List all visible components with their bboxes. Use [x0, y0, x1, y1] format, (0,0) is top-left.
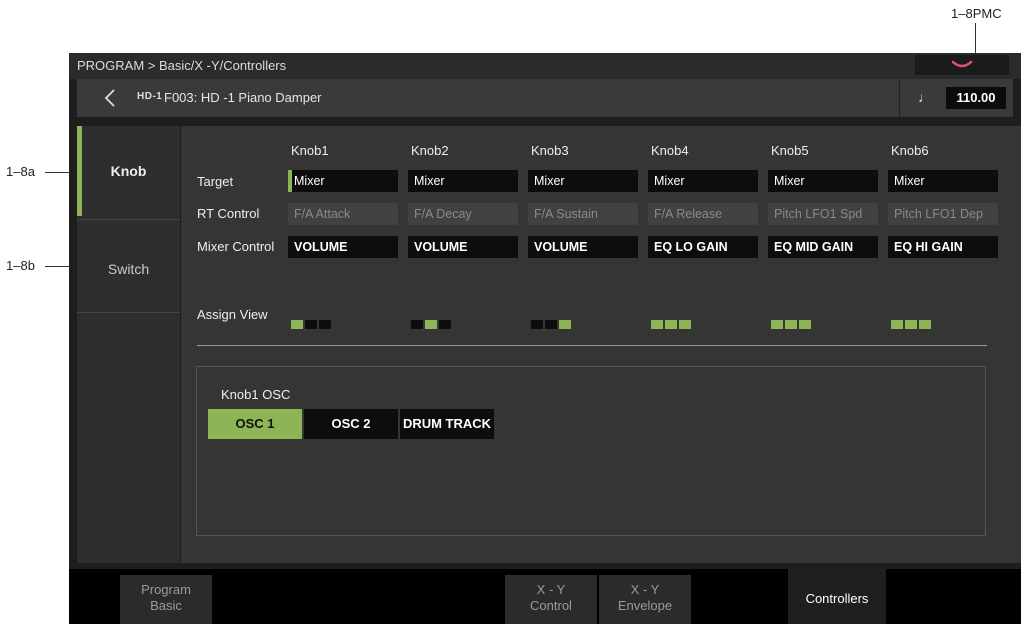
assign-square	[305, 320, 317, 329]
knob1-header: Knob1	[291, 143, 329, 158]
knob2-target-field[interactable]: Mixer	[408, 170, 518, 192]
osc1-button[interactable]: OSC 1	[208, 409, 302, 439]
tab-label-line1: Program	[141, 582, 191, 597]
knob5-mixer-control-field[interactable]: EQ MID GAIN	[768, 236, 878, 258]
knob3-rt-control-field: F/A Sustain	[528, 203, 638, 225]
knob1-mixer-control-field[interactable]: VOLUME	[288, 236, 398, 258]
tab-label-line2: Control	[530, 598, 572, 613]
knob2-header: Knob2	[411, 143, 449, 158]
tempo-field[interactable]: 110.00	[946, 87, 1006, 109]
assign-square	[545, 320, 557, 329]
back-button[interactable]	[101, 87, 121, 109]
program-screen: PROGRAM > Basic/X -Y/Controllers HD-1 F0…	[69, 53, 1021, 624]
assign-view-label: Assign View	[197, 307, 268, 322]
knob2-mixer-control-field[interactable]: VOLUME	[408, 236, 518, 258]
breadcrumb: PROGRAM > Basic/X -Y/Controllers	[77, 58, 287, 73]
side-tab-switch[interactable]: Switch	[77, 225, 180, 313]
knob1-rt-control-field: F/A Attack	[288, 203, 398, 225]
assign-square	[665, 320, 677, 329]
assign-square	[319, 320, 331, 329]
tab-label-line1: X - Y	[536, 582, 566, 597]
knob-osc-panel: Knob1 OSC OSC 1 OSC 2 DRUM TRACK	[196, 366, 986, 536]
knob4-header: Knob4	[651, 143, 689, 158]
tab-label-line2: Envelope	[617, 598, 673, 613]
knob5-target-field[interactable]: Mixer	[768, 170, 878, 192]
cursor-indicator	[288, 170, 292, 192]
tab-xy-envelope[interactable]: X - Y Envelope	[599, 575, 691, 624]
callout-1-8b: 1–8b	[6, 258, 35, 273]
tab-label-line2: Basic	[150, 598, 182, 613]
knob3-target-field[interactable]: Mixer	[528, 170, 638, 192]
assign-square	[425, 320, 437, 329]
section-divider	[197, 345, 987, 346]
page-menu-button[interactable]	[915, 55, 1009, 75]
knob5-rt-control-field: Pitch LFO1 Spd	[768, 203, 878, 225]
knob3-header: Knob3	[531, 143, 569, 158]
side-tab-label: Switch	[107, 261, 150, 277]
assign-square	[679, 320, 691, 329]
assign-square	[531, 320, 543, 329]
assign-square	[891, 320, 903, 329]
divider	[77, 312, 180, 313]
knob6-header: Knob6	[891, 143, 929, 158]
osc2-button[interactable]: OSC 2	[304, 409, 398, 439]
drum-track-button[interactable]: DRUM TRACK	[400, 409, 494, 439]
selected-indicator	[77, 126, 82, 216]
target-label: Target	[197, 174, 234, 189]
assign-square	[651, 320, 663, 329]
side-tab-label: Knob	[110, 163, 147, 179]
tempo-section: ♩ 110.00	[899, 79, 1014, 117]
knob1-target-field[interactable]: Mixer	[288, 170, 398, 192]
knob4-rt-control-field: F/A Release	[648, 203, 758, 225]
knob4-mixer-control-field[interactable]: EQ LO GAIN	[648, 236, 758, 258]
tab-program-basic[interactable]: Program Basic	[120, 575, 212, 624]
knob6-target-field[interactable]: Mixer	[888, 170, 998, 192]
knob3-mixer-control-field[interactable]: VOLUME	[528, 236, 638, 258]
assign-square	[559, 320, 571, 329]
callout-1-8pmc: 1–8PMC	[951, 6, 1002, 21]
divider	[77, 219, 180, 220]
side-tabs: Knob Switch	[77, 126, 180, 563]
bottom-tab-bar: Program Basic X - Y Control X - Y Envelo…	[69, 569, 1021, 624]
assign-square	[919, 320, 931, 329]
callout-line-pmc	[975, 23, 976, 57]
callout-1-8a: 1–8a	[6, 164, 35, 179]
tab-label-line1: X - Y	[630, 582, 660, 597]
assign-square	[771, 320, 783, 329]
chevron-down-icon	[951, 60, 973, 68]
osc-panel-title: Knob1 OSC	[221, 387, 291, 402]
assign-square	[799, 320, 811, 329]
tab-xy-control[interactable]: X - Y Control	[505, 575, 597, 624]
tab-controllers[interactable]: Controllers	[788, 569, 886, 624]
knob4-target-field[interactable]: Mixer	[648, 170, 758, 192]
program-header: HD-1 F003: HD -1 Piano Damper ♩ 110.00	[77, 79, 1013, 117]
top-bar: PROGRAM > Basic/X -Y/Controllers	[69, 53, 1021, 79]
knob6-mixer-control-field[interactable]: EQ HI GAIN	[888, 236, 998, 258]
program-name[interactable]: F003: HD -1 Piano Damper	[164, 90, 322, 105]
side-tab-knob[interactable]: Knob	[77, 126, 180, 216]
assign-square	[291, 320, 303, 329]
rt-control-label: RT Control	[197, 206, 260, 221]
back-arrow-icon	[104, 89, 115, 107]
knob6-rt-control-field: Pitch LFO1 Dep	[888, 203, 998, 225]
quarter-note-icon: ♩	[918, 89, 932, 105]
tab-label: Controllers	[805, 591, 869, 606]
hd1-logo: HD-1	[137, 91, 163, 102]
assign-square	[905, 320, 917, 329]
knob-page: Knob1 Knob2 Knob3 Knob4 Knob5 Knob6 Targ…	[181, 126, 1021, 563]
field-value: Mixer	[294, 174, 325, 188]
assign-square	[785, 320, 797, 329]
assign-square	[439, 320, 451, 329]
mixer-control-label: Mixer Control	[197, 239, 275, 254]
knob5-header: Knob5	[771, 143, 809, 158]
knob2-rt-control-field: F/A Decay	[408, 203, 518, 225]
assign-square	[411, 320, 423, 329]
